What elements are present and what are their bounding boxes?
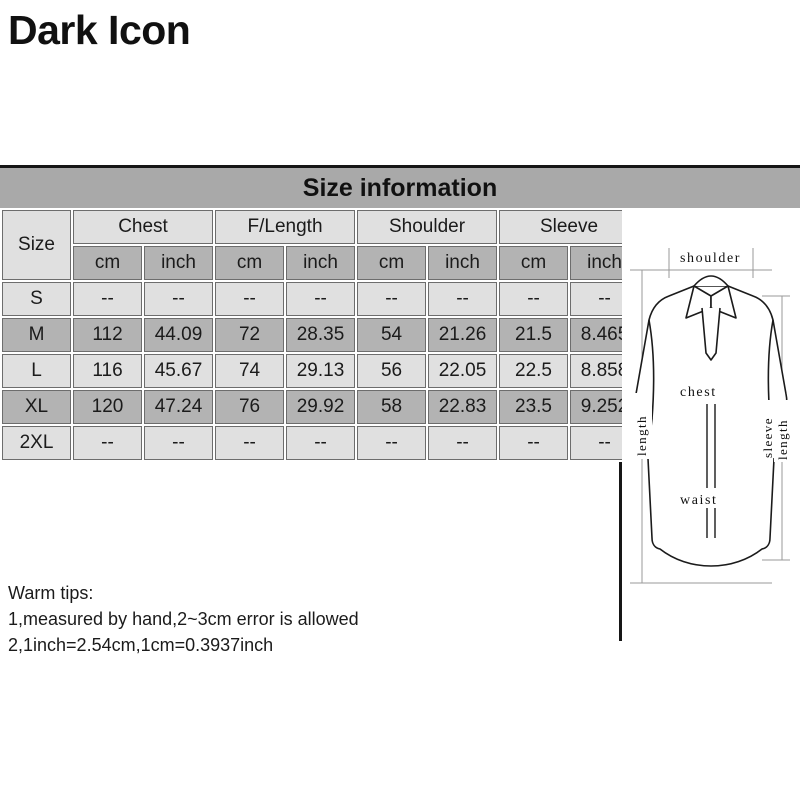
cell-value: 120 — [73, 390, 142, 424]
row-size-label: M — [2, 318, 71, 352]
cell-value: -- — [357, 282, 427, 316]
header-unit-cm: cm — [73, 246, 142, 280]
cell-value: -- — [73, 282, 142, 316]
cell-value: 23.5 — [499, 390, 569, 424]
cell-value: -- — [499, 282, 569, 316]
warm-tips: Warm tips: 1,measured by hand,2~3cm erro… — [0, 576, 619, 655]
row-size-label: XL — [2, 390, 71, 424]
cell-value: 72 — [215, 318, 285, 352]
header-group-f-length: F/Length — [215, 210, 356, 244]
size-information-chart: Size information Size Chest F/Length Should… — [0, 165, 800, 655]
chart-body: Size Chest F/Length Shoulder Sleeve cm inch cm i… — [0, 208, 800, 655]
cell-value: 54 — [357, 318, 427, 352]
table-row: L 116 45.67 74 29.13 56 22.05 22.5 8.858 — [2, 354, 640, 388]
table-row: 2XL -- -- -- -- -- -- -- -- — [2, 426, 640, 460]
cell-value: 22.05 — [428, 354, 498, 388]
garment-measurement-diagram: shoulder chest waist length sleeve lengt… — [622, 208, 800, 641]
chart-banner-title: Size information — [302, 173, 498, 202]
row-size-label: 2XL — [2, 426, 71, 460]
table-header-row-groups: Size Chest F/Length Shoulder Sleeve — [2, 210, 640, 280]
header-unit-inch: inch — [286, 246, 356, 280]
diagram-label-chest: chest — [680, 385, 717, 400]
size-table-container: Size Chest F/Length Shoulder Sleeve cm inch cm i… — [0, 208, 642, 655]
row-size-label: L — [2, 354, 71, 388]
diagram-label-sleeve-length: length — [775, 419, 790, 460]
cell-value: 21.5 — [499, 318, 569, 352]
diagram-label-shoulder: shoulder — [680, 251, 741, 266]
cell-value: 22.83 — [428, 390, 498, 424]
table-header-row-units: cm inch cm inch cm inch cm inch — [2, 246, 640, 280]
cell-value: -- — [286, 282, 356, 316]
table-row: XL 120 47.24 76 29.92 58 22.83 23.5 9.252 — [2, 390, 640, 424]
diagram-label-sleeve: sleeve — [760, 417, 775, 458]
header-unit-inch: inch — [144, 246, 214, 280]
cell-value: -- — [428, 282, 498, 316]
cell-value: 28.35 — [286, 318, 356, 352]
header-unit-inch: inch — [428, 246, 498, 280]
cell-value: 29.13 — [286, 354, 356, 388]
table-row: M 112 44.09 72 28.35 54 21.26 21.5 8.465 — [2, 318, 640, 352]
cell-value: 22.5 — [499, 354, 569, 388]
cell-value: 76 — [215, 390, 285, 424]
warm-tips-line-1: 1,measured by hand,2~3cm error is allowe… — [8, 609, 359, 629]
row-size-label: S — [2, 282, 71, 316]
header-group-shoulder: Shoulder — [357, 210, 498, 244]
diagram-label-length: length — [634, 415, 649, 456]
cell-value: -- — [144, 426, 214, 460]
cell-value: 45.67 — [144, 354, 214, 388]
cell-value: -- — [215, 282, 285, 316]
cell-value: 58 — [357, 390, 427, 424]
cell-value: -- — [499, 426, 569, 460]
diagram-label-waist: waist — [680, 493, 718, 508]
header-unit-cm: cm — [499, 246, 569, 280]
table-row: S -- -- -- -- -- -- -- -- — [2, 282, 640, 316]
cell-value: 44.09 — [144, 318, 214, 352]
cell-value: -- — [357, 426, 427, 460]
cell-value: 29.92 — [286, 390, 356, 424]
size-table: Size Chest F/Length Shoulder Sleeve cm inch cm i… — [0, 208, 642, 462]
page-title: Dark Icon — [8, 7, 191, 53]
header-group-sleeve: Sleeve — [499, 210, 640, 244]
warm-tips-heading: Warm tips: — [8, 583, 94, 603]
cell-value: 74 — [215, 354, 285, 388]
header-unit-cm: cm — [357, 246, 427, 280]
header-group-chest: Chest — [73, 210, 214, 244]
header-unit-cm: cm — [215, 246, 285, 280]
cell-value: 21.26 — [428, 318, 498, 352]
cell-value: -- — [73, 426, 142, 460]
warm-tips-line-2: 2,1inch=2.54cm,1cm=0.3937inch — [8, 635, 274, 655]
cell-value: -- — [428, 426, 498, 460]
cell-value: 47.24 — [144, 390, 214, 424]
header-size: Size — [2, 210, 71, 280]
cell-value: 112 — [73, 318, 142, 352]
cell-value: -- — [286, 426, 356, 460]
cell-value: 56 — [357, 354, 427, 388]
cell-value: 116 — [73, 354, 142, 388]
cell-value: -- — [215, 426, 285, 460]
cell-value: -- — [144, 282, 214, 316]
chart-banner: Size information — [0, 168, 800, 208]
